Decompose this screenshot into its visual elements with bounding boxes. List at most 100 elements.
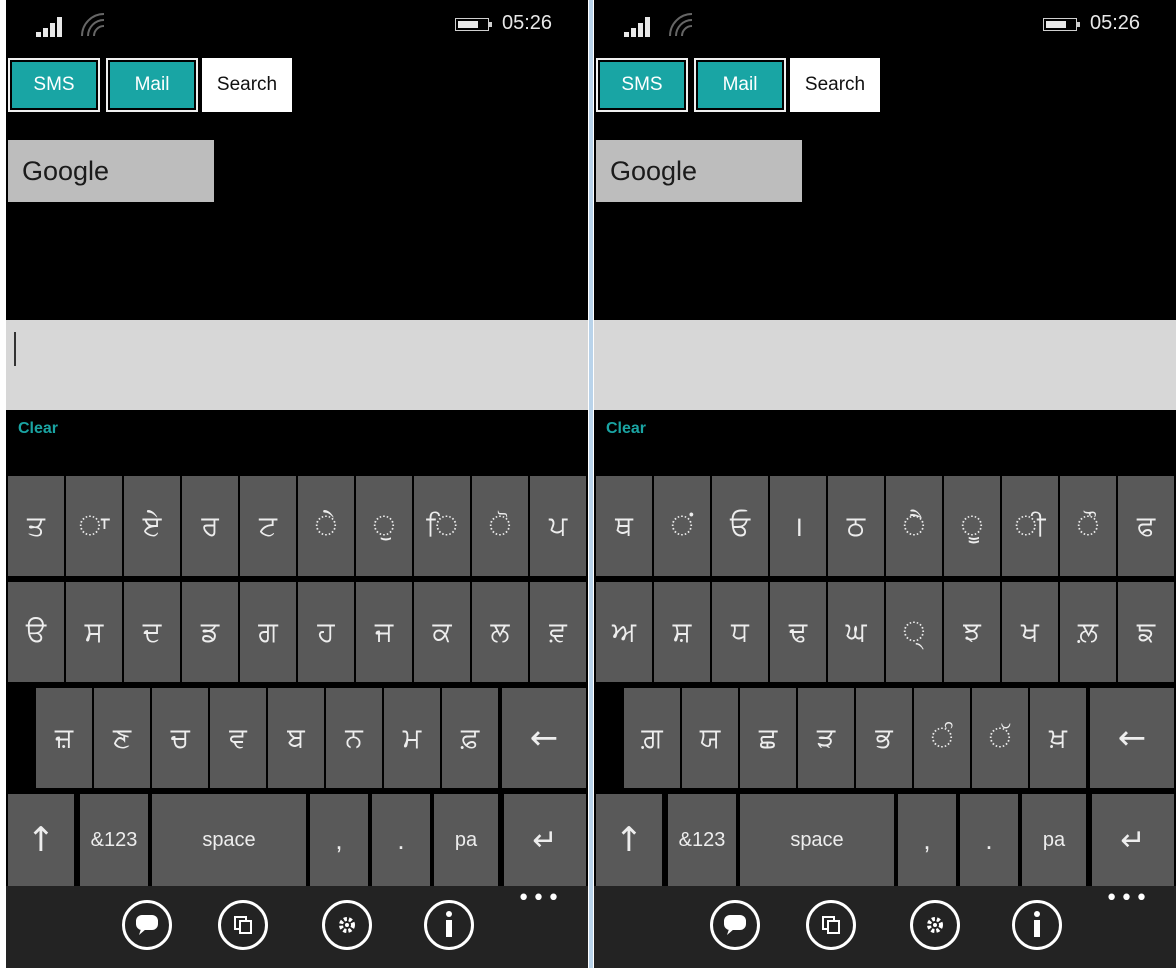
backspace-key[interactable]: ←	[502, 688, 586, 788]
key[interactable]: ਚ	[152, 688, 208, 788]
key[interactable]: ਝ	[944, 582, 1000, 682]
period-key[interactable]: .	[372, 794, 430, 886]
key[interactable]: ਭ	[856, 688, 912, 788]
mail-button[interactable]: Mail	[694, 58, 786, 112]
key[interactable]: ।	[770, 476, 826, 576]
key[interactable]: ਙ	[1118, 582, 1174, 682]
signal-icon	[624, 17, 662, 37]
key[interactable]: ਦ	[124, 582, 180, 682]
key[interactable]: ਖ	[1002, 582, 1058, 682]
key[interactable]: ਕ	[414, 582, 470, 682]
key[interactable]: ਯ	[682, 688, 738, 788]
key[interactable]: ਥ	[596, 476, 652, 576]
text-input[interactable]	[6, 320, 588, 410]
settings-icon[interactable]	[322, 900, 372, 950]
key[interactable]: ਮ	[384, 688, 440, 788]
key[interactable]: ੈ	[886, 476, 942, 576]
key[interactable]: ਏ	[124, 476, 180, 576]
key[interactable]: ਣ	[94, 688, 150, 788]
clear-link[interactable]: Clear	[18, 420, 58, 438]
sms-button[interactable]: SMS	[8, 58, 100, 112]
key[interactable]: ਅ	[596, 582, 652, 682]
key[interactable]: ੜ	[798, 688, 854, 788]
key[interactable]: ਸ਼	[654, 582, 710, 682]
sms-button[interactable]: SMS	[596, 58, 688, 112]
key[interactable]: ੍	[886, 582, 942, 682]
more-icon[interactable]: •••	[517, 888, 562, 910]
key[interactable]: ੱ	[972, 688, 1028, 788]
key[interactable]: ਹ	[298, 582, 354, 682]
key[interactable]: ੁ	[356, 476, 412, 576]
key[interactable]: ਫ਼	[442, 688, 498, 788]
key[interactable]: ਠ	[828, 476, 884, 576]
key[interactable]: ੀ	[1002, 476, 1058, 576]
key[interactable]: ਲ	[472, 582, 528, 682]
search-button[interactable]: Search	[790, 58, 880, 112]
search-button[interactable]: Search	[202, 58, 292, 112]
key[interactable]: ਖ਼	[1030, 688, 1086, 788]
battery-icon	[455, 18, 492, 31]
info-icon[interactable]	[424, 900, 474, 950]
text-input[interactable]	[594, 320, 1176, 410]
key[interactable]: ੇ	[298, 476, 354, 576]
keyboard-icon[interactable]	[710, 900, 760, 950]
key[interactable]: ਨ	[326, 688, 382, 788]
wifi-icon	[81, 13, 105, 36]
more-icon[interactable]: •••	[1105, 888, 1150, 910]
key[interactable]: ੌ	[1060, 476, 1116, 576]
key[interactable]: ਬ	[268, 688, 324, 788]
key[interactable]: ਰ	[182, 476, 238, 576]
search-engine-selector[interactable]: Google	[596, 140, 802, 202]
key[interactable]: ਪ	[530, 476, 586, 576]
key[interactable]: ਓ	[712, 476, 768, 576]
key[interactable]: ੳ	[8, 582, 64, 682]
key[interactable]: ਾ	[66, 476, 122, 576]
key[interactable]: ਜ਼	[36, 688, 92, 788]
key[interactable]: ਫ	[1118, 476, 1174, 576]
language-key[interactable]: pa	[1022, 794, 1086, 886]
shift-key[interactable]: ↑	[8, 794, 74, 886]
key[interactable]: ਢ	[770, 582, 826, 682]
keyboard: ਥ ਂ ਓ । ਠ ੈ ੂ ੀ ੌ ਫ ਅ ਸ਼ ਧ ਢ ਘ ੍ ਝ ਖ ਲ਼ …	[594, 474, 1176, 968]
key[interactable]: ਜ	[356, 582, 412, 682]
symbols-key[interactable]: &123	[80, 794, 148, 886]
mail-button[interactable]: Mail	[106, 58, 198, 112]
key[interactable]: ਵ਼	[530, 582, 586, 682]
key[interactable]: ਛ	[740, 688, 796, 788]
space-key[interactable]: space	[740, 794, 894, 886]
comma-key[interactable]: ,	[898, 794, 956, 886]
period-key[interactable]: .	[960, 794, 1018, 886]
enter-key[interactable]: ↵	[1092, 794, 1174, 886]
copy-icon[interactable]	[218, 900, 268, 950]
clear-link[interactable]: Clear	[606, 420, 646, 438]
key[interactable]: ਧ	[712, 582, 768, 682]
key[interactable]: ਤ	[8, 476, 64, 576]
backspace-key[interactable]: ←	[1090, 688, 1174, 788]
clock: 05:26	[502, 12, 553, 34]
comma-key[interactable]: ,	[310, 794, 368, 886]
key[interactable]: ਵ	[210, 688, 266, 788]
key[interactable]: ਟ	[240, 476, 296, 576]
key[interactable]: ੰ	[914, 688, 970, 788]
enter-key[interactable]: ↵	[504, 794, 586, 886]
language-key[interactable]: pa	[434, 794, 498, 886]
keyboard-icon[interactable]	[122, 900, 172, 950]
key[interactable]: ਗ	[240, 582, 296, 682]
key[interactable]: ਘ	[828, 582, 884, 682]
wifi-icon	[669, 13, 693, 36]
search-engine-selector[interactable]: Google	[8, 140, 214, 202]
space-key[interactable]: space	[152, 794, 306, 886]
key[interactable]: ਗ਼	[624, 688, 680, 788]
key[interactable]: ਲ਼	[1060, 582, 1116, 682]
info-icon[interactable]	[1012, 900, 1062, 950]
settings-icon[interactable]	[910, 900, 960, 950]
key[interactable]: ਂ	[654, 476, 710, 576]
key[interactable]: ਡ	[182, 582, 238, 682]
shift-key[interactable]: ↑	[596, 794, 662, 886]
key[interactable]: ਸ	[66, 582, 122, 682]
symbols-key[interactable]: &123	[668, 794, 736, 886]
key[interactable]: ਿ	[414, 476, 470, 576]
key[interactable]: ੋ	[472, 476, 528, 576]
copy-icon[interactable]	[806, 900, 856, 950]
key[interactable]: ੂ	[944, 476, 1000, 576]
